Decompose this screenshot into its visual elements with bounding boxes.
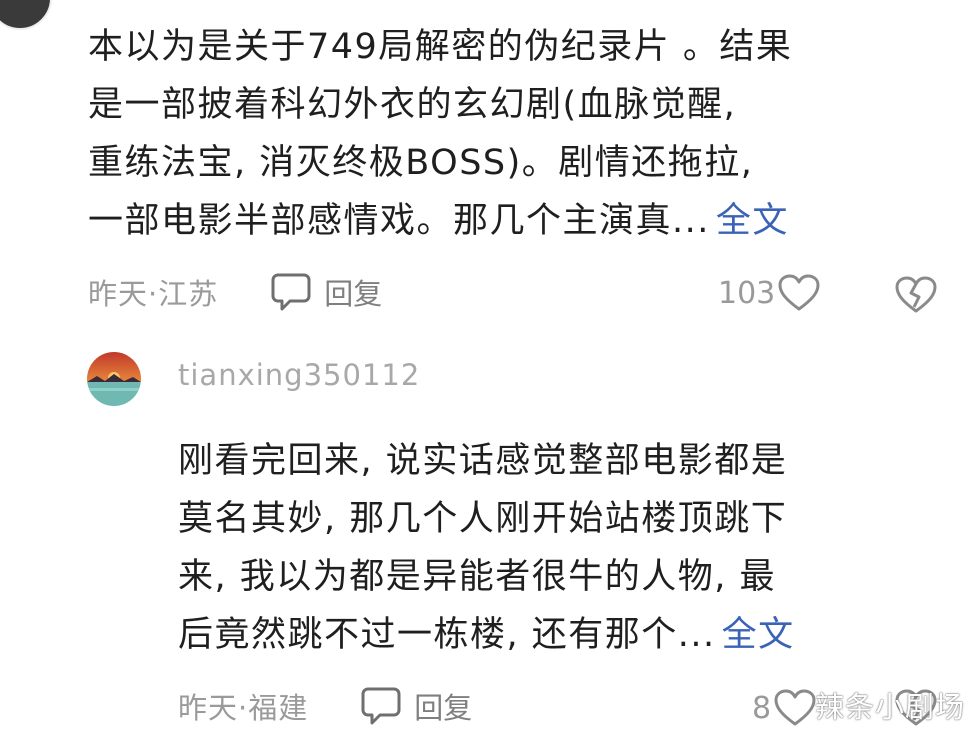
comment-1-time-location: 昨天·江苏 [88, 277, 219, 311]
comment-1-expand-link[interactable]: 全文 [716, 201, 789, 241]
broken-heart-icon [895, 276, 937, 313]
comment-2-reply-label: 回复 [414, 691, 473, 725]
comment-1-line-1: 本以为是关于749局解密的伪纪录片 。结果 [88, 27, 793, 67]
previous-user-avatar[interactable] [0, 0, 52, 30]
comment-2-line-3: 来, 我以为都是异能者很牛的人物, 最 [178, 557, 777, 597]
comment-1-like-count: 103 [718, 275, 776, 311]
reply-icon [271, 273, 311, 311]
heart-icon [774, 689, 816, 726]
comment-1-reply-label: 回复 [324, 277, 383, 311]
heart-icon [778, 274, 820, 311]
comment-2-reply-button[interactable]: 回复 [360, 685, 472, 727]
comment-2-meta: 昨天·福建 回复 [178, 684, 472, 728]
comment-2-line-4-text: 后竟然跳不过一栋楼, 还有那个... [178, 615, 716, 655]
watermark: 辣条小剧场 [815, 690, 966, 724]
username[interactable]: tianxing350112 [178, 358, 420, 392]
reply-icon [361, 687, 401, 725]
user-avatar[interactable] [87, 352, 141, 406]
comment-2-line-2: 莫名其妙, 那几个人刚开始站楼顶跳下 [178, 499, 788, 539]
comment-2-text: 刚看完回来, 说实话感觉整部电影都是 莫名其妙, 那几个人刚开始站楼顶跳下 来,… [178, 432, 795, 664]
comment-2-like-button[interactable]: 8 [752, 688, 817, 728]
comment-2-like-count: 8 [752, 690, 772, 726]
comment-1-line-4-text: 一部电影半部感情戏。那几个主演真... [88, 201, 710, 241]
comment-1-line-3: 重练法宝, 消灭终极BOSS)。剧情还拖拉, [88, 143, 754, 183]
comment-1-line-4: 一部电影半部感情戏。那几个主演真... 全文 [88, 192, 792, 250]
comment-1-like-button[interactable]: 103 [718, 273, 821, 313]
comment-1-meta: 昨天·江苏 回复 [88, 270, 382, 314]
comment-2-line-1: 刚看完回来, 说实话感觉整部电影都是 [178, 441, 788, 481]
comment-2-line-4: 后竟然跳不过一栋楼, 还有那个... 全文 [178, 606, 795, 664]
comment-1-reply-button[interactable]: 回复 [270, 271, 382, 313]
comment-1-dislike-button[interactable] [894, 275, 938, 319]
comment-1-text: 本以为是关于749局解密的伪纪录片 。结果 是一部披着科幻外衣的玄幻剧(血脉觉醒… [88, 18, 792, 250]
comment-2-time-location: 昨天·福建 [178, 691, 309, 725]
comment-1-line-2: 是一部披着科幻外衣的玄幻剧(血脉觉醒, [88, 85, 737, 125]
comment-2-expand-link[interactable]: 全文 [722, 615, 795, 655]
